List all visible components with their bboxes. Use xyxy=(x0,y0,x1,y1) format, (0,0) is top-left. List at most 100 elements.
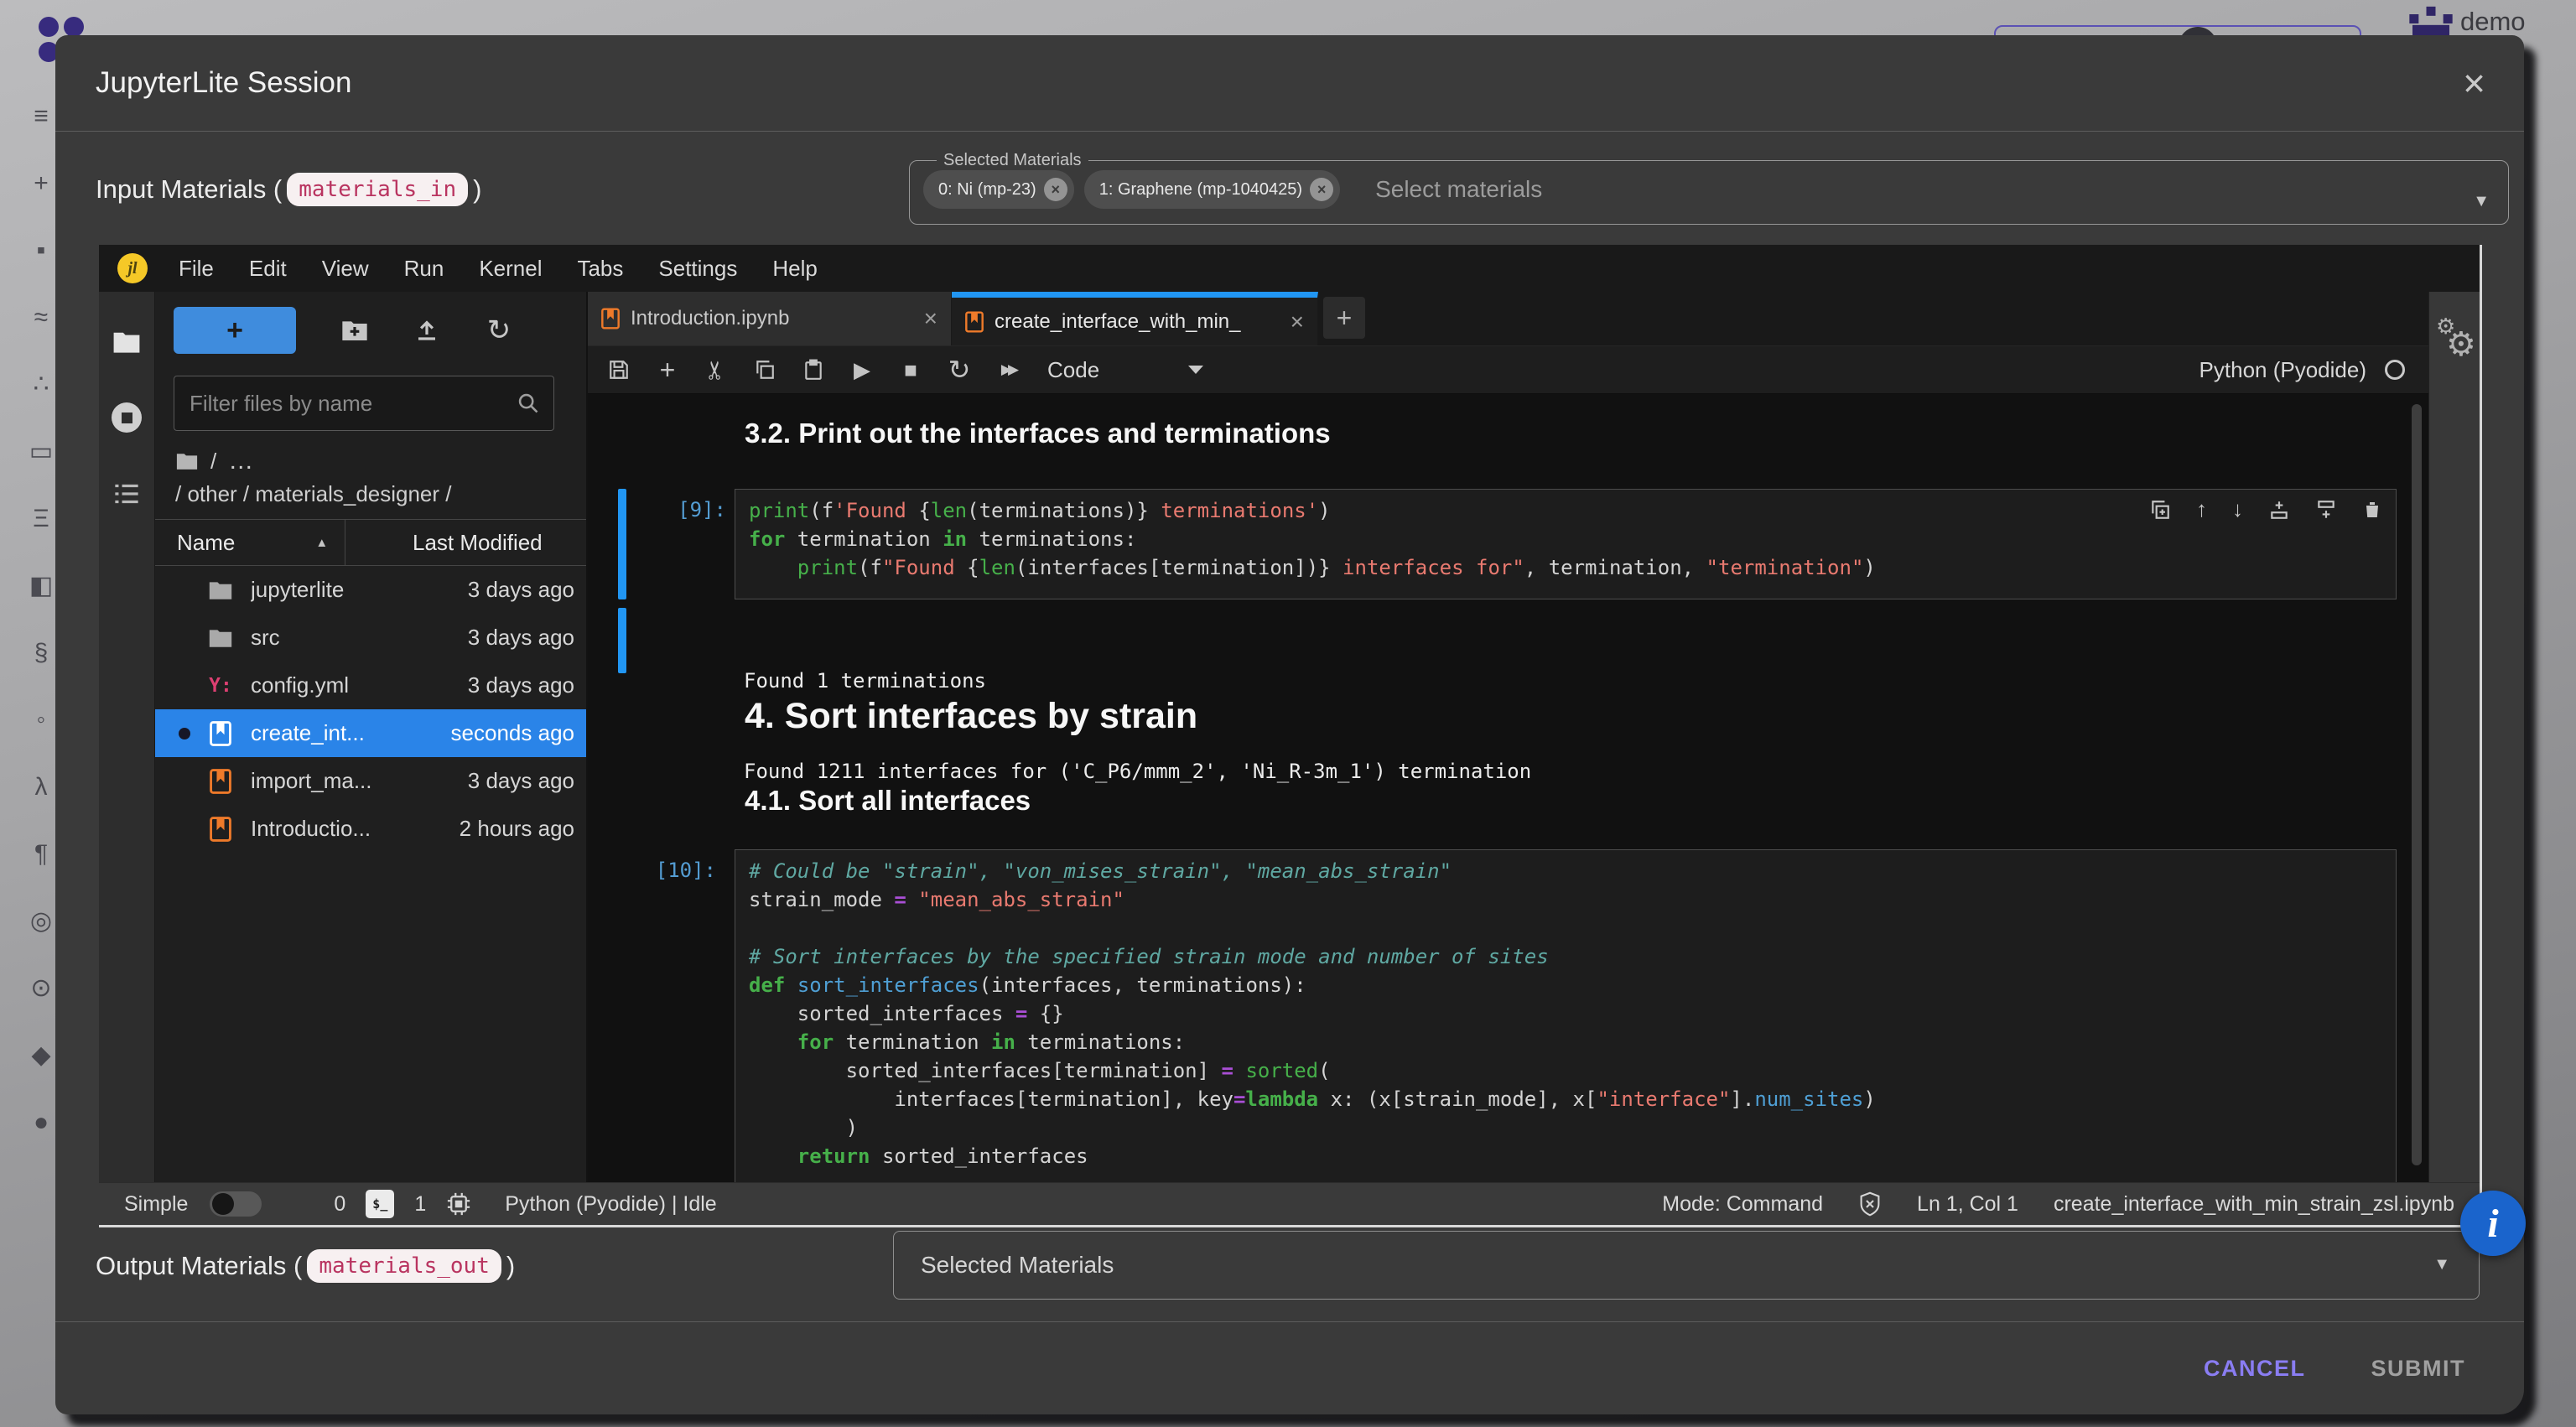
menu-view[interactable]: View xyxy=(304,256,387,282)
save-icon[interactable] xyxy=(595,359,643,381)
material-chip[interactable]: 0: Ni (mp-23) × xyxy=(923,170,1074,209)
material-chip[interactable]: 1: Graphene (mp-1040425) × xyxy=(1084,170,1340,209)
input-materials-select[interactable]: Selected Materials 0: Ni (mp-23) × 1: Gr… xyxy=(909,151,2509,225)
move-cell-down-icon[interactable]: ↓ xyxy=(2232,496,2243,522)
refresh-icon[interactable]: ↻ xyxy=(486,318,512,343)
background-icon: + xyxy=(34,169,49,198)
menu-help[interactable]: Help xyxy=(755,256,834,282)
restart-kernel-icon[interactable]: ↻ xyxy=(935,354,984,386)
folder-icon xyxy=(207,580,234,600)
cell-prompt-10: [10]: xyxy=(595,859,716,882)
tab-introduction-ipynb[interactable]: Introduction.ipynb × xyxy=(588,292,952,345)
cut-cells-icon[interactable]: ✂ xyxy=(692,355,740,385)
dialog-title: JupyterLite Session xyxy=(96,66,351,100)
copy-cells-icon[interactable] xyxy=(740,359,789,381)
code-cell-9[interactable]: print(f'Found {len(terminations)} termin… xyxy=(735,489,2397,599)
kernel-name[interactable]: Python (Pyodide) xyxy=(2199,357,2366,383)
breadcrumb-ellipsis[interactable]: … xyxy=(228,447,256,475)
menu-settings[interactable]: Settings xyxy=(641,256,755,282)
running-kernels-tab-icon[interactable] xyxy=(112,402,142,433)
file-row-create-interface[interactable]: create_int... seconds ago xyxy=(155,709,586,757)
menu-tabs[interactable]: Tabs xyxy=(559,256,641,282)
terminal-icon[interactable]: $_ xyxy=(366,1190,394,1218)
menu-file[interactable]: File xyxy=(161,256,231,282)
breadcrumb-path[interactable]: / other / materials_designer / xyxy=(175,481,586,507)
column-last-modified[interactable]: Last Modified xyxy=(345,530,586,556)
chip-delete-icon[interactable]: × xyxy=(1044,178,1067,201)
insert-c_below-icon[interactable] xyxy=(2315,499,2337,521)
file-row-config-yml[interactable]: Y: config.yml 3 days ago xyxy=(155,662,586,709)
simple-mode-toggle[interactable] xyxy=(210,1191,262,1217)
file-browser-tab-icon[interactable] xyxy=(112,330,141,354)
code-cell-10[interactable]: # Could be "strain", "von_mises_strain",… xyxy=(735,849,2397,1182)
mode-indicator[interactable]: Mode: Command xyxy=(1662,1192,1823,1217)
file-row-import-material[interactable]: import_ma... 3 days ago xyxy=(155,757,586,805)
move-cell-up-icon[interactable]: ↑ xyxy=(2196,496,2207,522)
file-row-introduction[interactable]: Introductio... 2 hours ago xyxy=(155,805,586,853)
background-icon: ● xyxy=(34,1108,49,1137)
file-row-jupyterlite[interactable]: jupyterlite 3 days ago xyxy=(155,566,586,614)
file-filter-box[interactable] xyxy=(174,376,554,431)
jupyter-status-bar: Simple 0 $_ 1 Python (Pyodide) | Idle Mo… xyxy=(99,1182,2480,1225)
table-of-contents-tab-icon[interactable] xyxy=(112,481,141,506)
search-icon xyxy=(517,392,540,415)
jupyterlite-logo-icon: jl xyxy=(117,253,148,283)
cancel-button[interactable]: CANCEL xyxy=(2182,1344,2328,1393)
new-folder-icon[interactable] xyxy=(341,319,368,342)
menu-kernel[interactable]: Kernel xyxy=(461,256,559,282)
dialog-header: JupyterLite Session × xyxy=(55,35,2524,132)
notebook-file-icon xyxy=(207,769,234,794)
info-button[interactable]: i xyxy=(2460,1191,2526,1256)
tab-create-interface[interactable]: create_interface_with_min_ × xyxy=(952,292,1318,345)
terminals-count: 0 xyxy=(334,1192,345,1217)
home-folder-icon[interactable] xyxy=(175,452,199,470)
sort-ascending-icon[interactable]: ▲ xyxy=(315,536,328,550)
chevron-down-icon: ▼ xyxy=(2433,1255,2450,1274)
jupyterlite-session-dialog: JupyterLite Session × Input Materials (m… xyxy=(55,35,2524,1414)
close-tab-icon[interactable]: × xyxy=(924,305,937,332)
background-icon: ▪ xyxy=(37,236,46,265)
file-list: jupyterlite 3 days ago src 3 days ago Y:… xyxy=(155,566,586,853)
property-inspector-icon[interactable]: ⚙⚙ xyxy=(2431,314,2478,364)
cell-toolbar: ↑ ↓ xyxy=(2149,496,2382,522)
menu-edit[interactable]: Edit xyxy=(231,256,304,282)
notebook-content: 3.2. Print out the interfaces and termin… xyxy=(588,394,2428,1182)
output-materials-label: Output Materials (materials_out) xyxy=(96,1249,515,1283)
background-icon: ∴ xyxy=(33,371,49,399)
delete-cell-icon[interactable] xyxy=(2362,499,2382,521)
kernel-chip-icon[interactable] xyxy=(446,1191,471,1217)
close-icon[interactable]: × xyxy=(2463,66,2485,100)
insert-cell-icon[interactable]: + xyxy=(643,355,692,386)
upload-icon[interactable] xyxy=(413,318,440,343)
simple-mode-label: Simple xyxy=(124,1192,188,1217)
menu-run[interactable]: Run xyxy=(387,256,462,282)
insert-cell-above-icon[interactable] xyxy=(2268,499,2290,521)
kernel-status-label[interactable]: Python (Pyodide) | Idle xyxy=(505,1192,716,1217)
submit-button[interactable]: SUBMIT xyxy=(2350,1344,2488,1393)
new-launcher-button[interactable]: + xyxy=(174,307,296,354)
breadcrumb-root[interactable]: / xyxy=(210,449,216,475)
restart-run-all-icon[interactable]: ▶▶ xyxy=(984,361,1032,378)
stop-kernel-icon[interactable]: ■ xyxy=(886,357,935,383)
run-cell-icon[interactable]: ▶ xyxy=(838,357,886,383)
notebook-scrollbar[interactable] xyxy=(2412,404,2422,1165)
file-filter-input[interactable] xyxy=(188,390,493,418)
duplicate-cell-icon[interactable] xyxy=(2149,499,2171,521)
input-materials-label: Input Materials (materials_in) xyxy=(96,173,481,206)
chevron-down-icon[interactable]: ▼ xyxy=(2473,192,2490,211)
notebook-dock: Introduction.ipynb × create_interface_wi… xyxy=(588,292,2428,1182)
cell-type-select[interactable]: Code xyxy=(1047,357,1203,383)
kernel-status-icon[interactable] xyxy=(2385,360,2405,380)
background-icon: Ξ xyxy=(33,505,49,533)
paste-cells-icon[interactable] xyxy=(789,359,838,381)
chip-delete-icon[interactable]: × xyxy=(1310,178,1333,201)
cursor-position[interactable]: Ln 1, Col 1 xyxy=(1917,1192,2018,1217)
shield-icon[interactable] xyxy=(1858,1191,1882,1217)
output-materials-select[interactable]: Selected Materials ▼ xyxy=(893,1231,2480,1300)
close-tab-icon[interactable]: × xyxy=(1291,309,1304,335)
materials-in-code: materials_in xyxy=(287,173,468,206)
status-filename: create_interface_with_min_strain_zsl.ipy… xyxy=(2054,1192,2454,1217)
new-tab-button[interactable]: + xyxy=(1323,297,1365,339)
file-row-src[interactable]: src 3 days ago xyxy=(155,614,586,662)
column-name[interactable]: Name xyxy=(177,530,235,556)
